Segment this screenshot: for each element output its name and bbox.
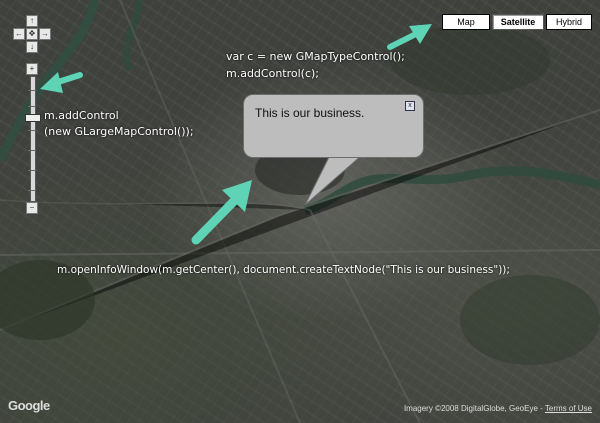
close-icon[interactable]: x — [405, 101, 415, 111]
pan-left-button[interactable]: ← — [13, 28, 25, 40]
pan-center-icon[interactable]: ✥ — [26, 28, 38, 40]
annotation-maptype-line1: var c = new GMapTypeControl(); — [226, 50, 405, 63]
zoom-slider-track[interactable] — [30, 76, 36, 202]
zoom-tick — [28, 190, 36, 191]
annotation-large-control-line2: (new GLargeMapControl()); — [44, 125, 194, 138]
map-type-control: Map Satellite Hybrid — [442, 14, 592, 30]
zoom-tick — [28, 150, 36, 151]
annotation-large-control-line1: m.addControl — [44, 109, 119, 122]
map-frame: Map Satellite Hybrid ↑ ← ✥ → ↓ + − This … — [0, 0, 600, 423]
map-type-map-button[interactable]: Map — [442, 14, 490, 30]
info-window-text: This is our business. — [255, 106, 365, 120]
imagery-credit-text: Imagery ©2008 DigitalGlobe, GeoEye - — [403, 404, 543, 413]
zoom-tick — [28, 106, 36, 107]
pan-down-button[interactable]: ↓ — [26, 41, 38, 53]
pan-right-button[interactable]: → — [39, 28, 51, 40]
zoom-out-button[interactable]: − — [26, 202, 38, 214]
map-type-satellite-button[interactable]: Satellite — [492, 14, 544, 30]
annotation-maptype-line2: m.addControl(c); — [226, 67, 320, 80]
zoom-in-button[interactable]: + — [26, 63, 38, 75]
zoom-tick — [28, 90, 36, 91]
google-logo: Google — [8, 398, 50, 413]
pan-up-button[interactable]: ↑ — [26, 15, 38, 27]
imagery-credit: Imagery ©2008 DigitalGlobe, GeoEye - Ter… — [404, 404, 592, 413]
zoom-tick — [28, 170, 36, 171]
annotation-info-window-code: m.openInfoWindow(m.getCenter(), document… — [57, 264, 510, 276]
map-type-hybrid-button[interactable]: Hybrid — [546, 14, 592, 30]
info-window: This is our business. x — [243, 94, 424, 158]
terms-of-use-link[interactable]: Terms of Use — [545, 404, 592, 413]
zoom-tick — [28, 130, 36, 131]
zoom-slider-handle[interactable] — [25, 114, 41, 122]
